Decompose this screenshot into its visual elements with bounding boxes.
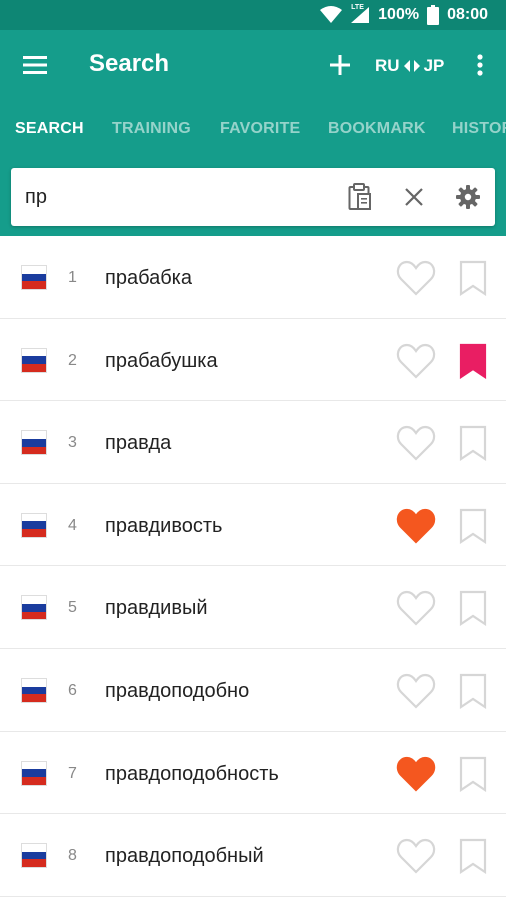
- source-language: RU: [375, 56, 400, 75]
- close-icon: [405, 188, 423, 206]
- list-item[interactable]: 3 правда: [0, 401, 506, 484]
- item-number: 7: [68, 764, 77, 782]
- clipboard-icon: [348, 183, 371, 210]
- item-word: правда: [105, 432, 172, 455]
- item-number: 3: [68, 434, 77, 452]
- favorite-icon[interactable]: [396, 590, 436, 626]
- russia-flag-icon: [21, 760, 47, 786]
- list-item[interactable]: 7 правдоподобность: [0, 732, 506, 815]
- item-word: правдивый: [105, 597, 208, 620]
- list-item[interactable]: 1 прабабка: [0, 236, 506, 319]
- tab-history[interactable]: HISTORY: [452, 120, 506, 138]
- list-item[interactable]: 5 правдивый: [0, 566, 506, 649]
- language-switch-button[interactable]: RU JP: [375, 54, 444, 78]
- item-number: 4: [68, 516, 77, 534]
- menu-button[interactable]: [18, 49, 52, 81]
- lte-signal-icon: LTE: [350, 4, 370, 24]
- bookmark-icon[interactable]: [459, 425, 487, 462]
- tab-favorite[interactable]: FAVORITE: [220, 120, 300, 138]
- clear-button[interactable]: [399, 182, 429, 212]
- more-options-button[interactable]: [470, 50, 490, 80]
- search-area: [0, 158, 506, 236]
- tab-training[interactable]: TRAINING: [112, 120, 191, 138]
- add-button[interactable]: [325, 48, 355, 82]
- favorite-icon-filled[interactable]: [396, 508, 436, 544]
- bookmark-icon[interactable]: [459, 756, 487, 792]
- favorite-icon[interactable]: [396, 260, 436, 296]
- battery-icon: [427, 5, 440, 25]
- favorite-icon[interactable]: [396, 343, 436, 379]
- list-item[interactable]: 8 правдоподобный: [0, 814, 506, 897]
- item-number: 6: [68, 681, 77, 699]
- item-word: правдоподобность: [105, 762, 279, 785]
- item-word: правдоподобный: [105, 845, 264, 868]
- swap-arrows-icon: [403, 60, 420, 72]
- item-number: 5: [68, 599, 77, 617]
- settings-button[interactable]: [453, 182, 483, 212]
- item-word: правдивость: [105, 514, 223, 537]
- list-item[interactable]: 4 правдивость: [0, 484, 506, 567]
- russia-flag-icon: [21, 595, 47, 621]
- bookmark-icon[interactable]: [459, 838, 487, 875]
- target-language: JP: [423, 56, 445, 75]
- russia-flag-icon: [21, 265, 47, 290]
- item-word: прабабушка: [105, 349, 218, 372]
- list-item[interactable]: 6 правдоподобно: [0, 649, 506, 732]
- page-title: Search: [89, 50, 170, 77]
- tab-bar: SEARCH TRAINING FAVORITE BOOKMARK HISTOR…: [0, 100, 506, 158]
- tab-bookmark[interactable]: BOOKMARK: [328, 120, 426, 138]
- russia-flag-icon: [21, 677, 47, 703]
- item-word: прабабка: [105, 267, 192, 289]
- list-item[interactable]: 2 прабабушка: [0, 319, 506, 402]
- bookmark-icon[interactable]: [459, 260, 487, 296]
- clock: 08:00: [447, 6, 488, 23]
- item-number: 2: [68, 351, 77, 369]
- status-bar: LTE 100% 08:00: [0, 0, 506, 30]
- russia-flag-icon: [21, 512, 47, 538]
- hamburger-icon: [23, 56, 47, 74]
- favorite-icon[interactable]: [396, 425, 436, 461]
- item-word: правдоподобно: [105, 679, 250, 702]
- more-vert-icon: [477, 54, 483, 76]
- results-list: 1 прабабка 2 прабабушка 3 правда 4 правд…: [0, 236, 506, 897]
- network-type: LTE: [351, 4, 364, 11]
- paste-button[interactable]: [345, 182, 375, 212]
- bookmark-icon[interactable]: [459, 590, 487, 627]
- wifi-icon: [320, 6, 343, 24]
- bookmark-icon[interactable]: [459, 508, 487, 544]
- search-box: [11, 168, 495, 226]
- favorite-icon[interactable]: [396, 838, 436, 874]
- app-bar: Search RU JP: [0, 30, 506, 100]
- item-number: 1: [68, 269, 77, 286]
- battery-percent: 100%: [378, 6, 420, 23]
- gear-icon: [456, 185, 480, 209]
- favorite-icon-filled[interactable]: [396, 756, 436, 792]
- bookmark-icon-filled[interactable]: [459, 343, 487, 379]
- favorite-icon[interactable]: [396, 673, 436, 709]
- russia-flag-icon: [21, 843, 47, 869]
- bookmark-icon[interactable]: [459, 673, 487, 709]
- russia-flag-icon: [21, 347, 47, 373]
- search-input[interactable]: [25, 180, 325, 214]
- plus-icon: [330, 55, 350, 75]
- item-number: 8: [68, 847, 77, 865]
- russia-flag-icon: [21, 430, 47, 456]
- tab-search[interactable]: SEARCH: [15, 120, 84, 138]
